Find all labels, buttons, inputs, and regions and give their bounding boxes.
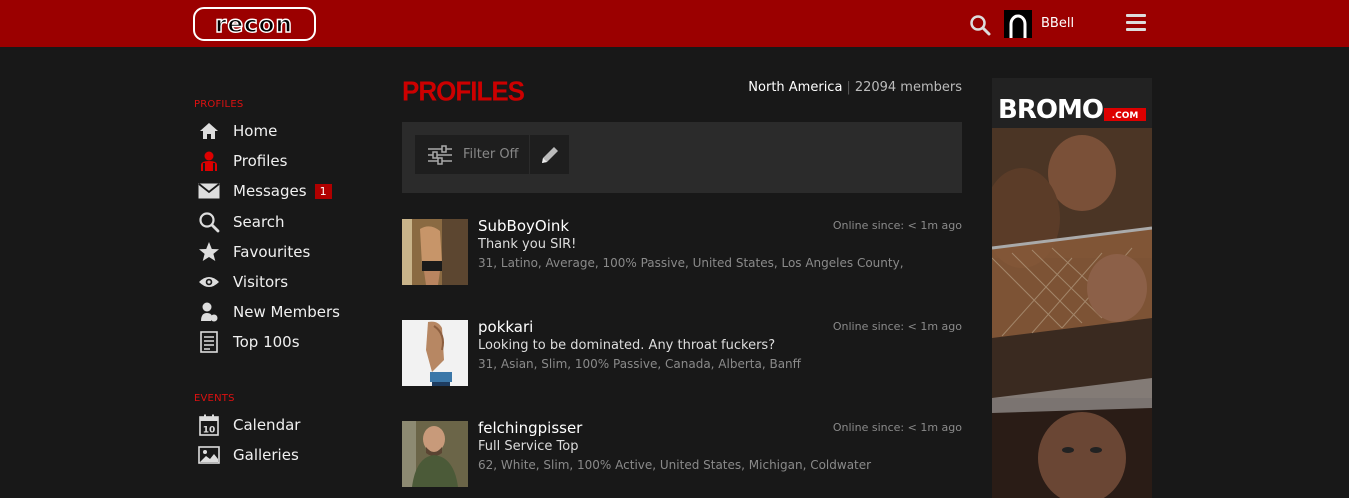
sliders-icon — [428, 144, 452, 165]
sidebar-item-favourites[interactable]: Favourites — [197, 239, 310, 265]
profile-photo[interactable] — [402, 320, 468, 386]
sidebar-item-calendar[interactable]: 10 Calendar — [197, 412, 300, 438]
sidebar-item-galleries[interactable]: Galleries — [197, 442, 299, 468]
user-avatar[interactable] — [1004, 10, 1032, 38]
region-name[interactable]: North America — [748, 80, 842, 95]
profiles-section-label: PROFILES — [194, 99, 244, 110]
top-bar: recon BBell — [0, 0, 1349, 47]
image-icon — [197, 444, 221, 466]
profile-name[interactable]: SubBoyOink — [478, 217, 569, 235]
region-summary: North America | 22094 members — [748, 80, 962, 95]
profile-row[interactable]: SubBoyOink Thank you SIR! 31, Latino, Av… — [402, 217, 962, 285]
filter-button[interactable]: Filter Off — [415, 135, 529, 174]
sidebar-item-home[interactable]: Home — [197, 118, 277, 144]
new-member-icon — [197, 301, 221, 323]
pencil-icon — [541, 146, 558, 163]
profile-info: 31, Latino, Average, 100% Passive, Unite… — [478, 256, 904, 270]
sidebar-item-top100s[interactable]: Top 100s — [197, 329, 300, 355]
home-icon — [197, 120, 221, 142]
envelope-icon — [197, 180, 221, 202]
recon-logo[interactable]: recon — [193, 7, 316, 41]
avatar-silhouette-icon — [1009, 14, 1027, 38]
profile-tagline: Thank you SIR! — [478, 237, 577, 252]
profile-name[interactable]: pokkari — [478, 318, 533, 336]
svg-text:10: 10 — [203, 426, 216, 436]
profile-photo[interactable] — [402, 219, 468, 285]
svg-text:recon: recon — [215, 12, 293, 38]
sidebar-item-profiles[interactable]: Profiles — [197, 148, 287, 174]
sidebar-item-search[interactable]: Search — [197, 209, 285, 235]
sidebar-item-new-members[interactable]: New Members — [197, 299, 340, 325]
svg-text:.COM: .COM — [1112, 111, 1139, 121]
filter-status: Filter Off — [463, 147, 519, 162]
advertisement-banner[interactable]: BROMO .COM — [992, 78, 1152, 498]
page-title: PROFILES — [402, 75, 525, 107]
online-status: Online since: < 1m ago — [832, 219, 962, 232]
star-icon — [197, 241, 221, 263]
profile-row[interactable]: pokkari Looking to be dominated. Any thr… — [402, 318, 962, 386]
calendar-icon: 10 — [197, 414, 221, 436]
profile-info: 62, White, Slim, 100% Active, United Sta… — [478, 458, 872, 472]
svg-text:BROMO: BROMO — [998, 95, 1103, 125]
profile-row[interactable]: felchingpisser Full Service Top 62, Whit… — [402, 419, 962, 487]
profile-photo[interactable] — [402, 421, 468, 487]
events-section-label: EVENTS — [194, 393, 235, 404]
profile-tagline: Looking to be dominated. Any throat fuck… — [478, 338, 776, 353]
username[interactable]: BBell — [1041, 16, 1074, 31]
profile-info: 31, Asian, Slim, 100% Passive, Canada, A… — [478, 357, 801, 371]
list-icon — [197, 331, 221, 353]
search-icon[interactable] — [968, 13, 992, 37]
eye-icon — [197, 271, 221, 293]
profiles-icon — [197, 150, 221, 172]
online-status: Online since: < 1m ago — [832, 421, 962, 434]
online-status: Online since: < 1m ago — [832, 320, 962, 333]
search-icon — [197, 211, 221, 233]
filter-bar: Filter Off — [402, 122, 962, 193]
ad-image: BROMO .COM — [992, 78, 1152, 498]
messages-badge: 1 — [314, 183, 332, 199]
member-count: 22094 members — [854, 80, 962, 95]
profile-tagline: Full Service Top — [478, 439, 579, 454]
edit-filter-button[interactable] — [530, 135, 569, 174]
sidebar-item-visitors[interactable]: Visitors — [197, 269, 288, 295]
profile-name[interactable]: felchingpisser — [478, 419, 582, 437]
hamburger-menu-icon[interactable] — [1126, 14, 1146, 34]
sidebar-item-messages[interactable]: Messages 1 — [197, 178, 332, 204]
